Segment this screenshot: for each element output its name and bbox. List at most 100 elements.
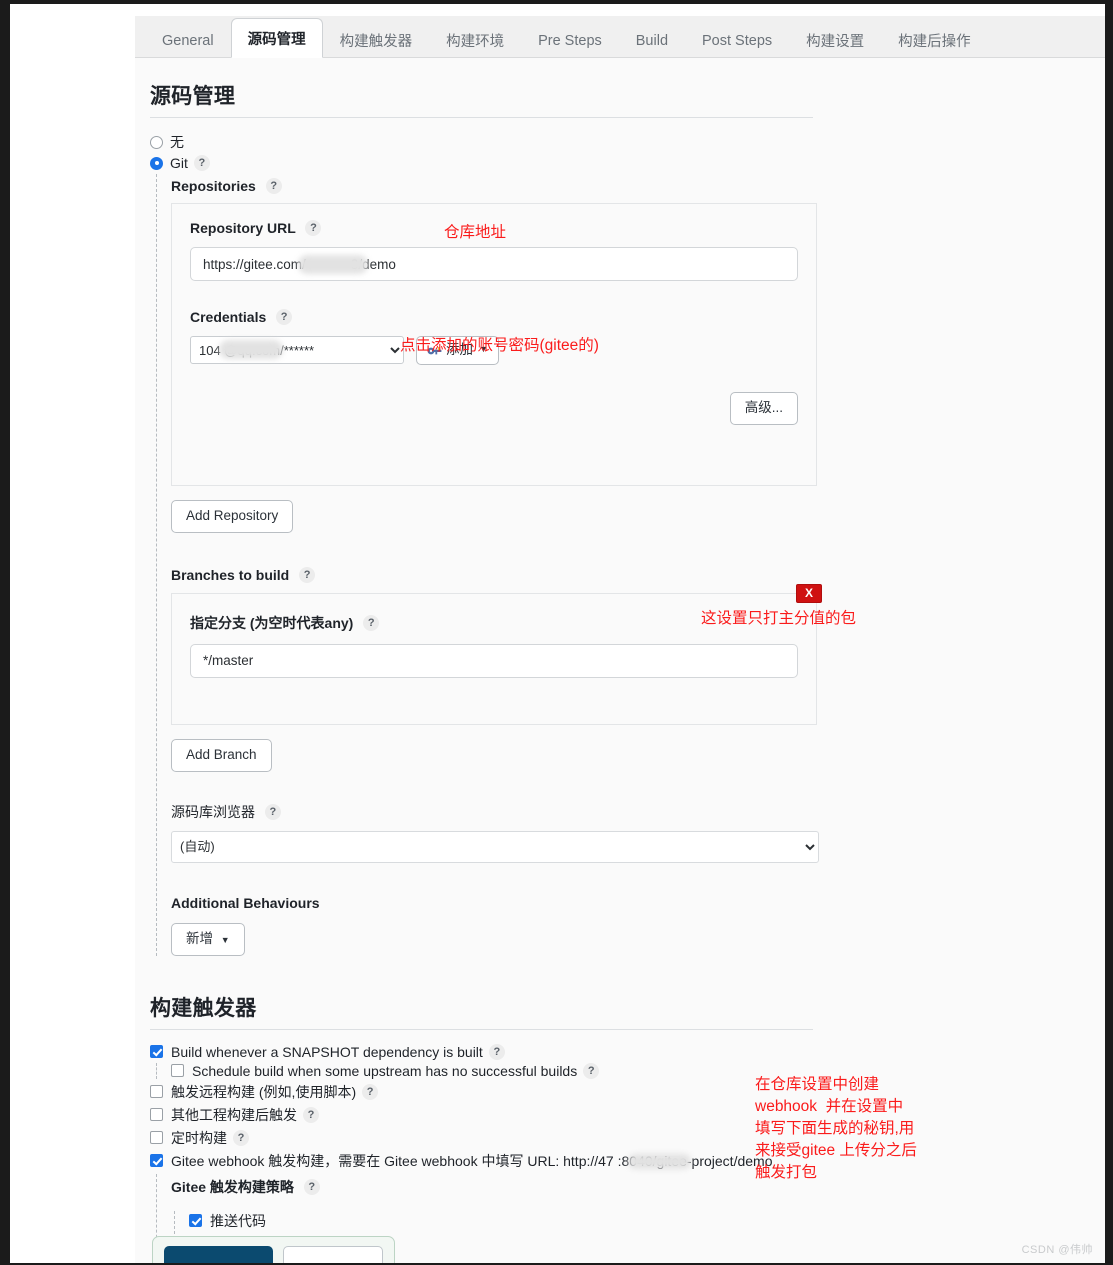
repo-browser-select[interactable]: (自动) [171, 830, 819, 863]
repository-url-label: Repository URL [190, 220, 296, 236]
branches-label: Branches to build [171, 566, 290, 583]
page-viewport: General 源码管理 构建触发器 构建环境 Pre Steps Build … [10, 4, 1105, 1263]
add-branch-label: Add Branch [186, 746, 257, 762]
gitee-option-push-label: 推送代码 [210, 1212, 266, 1229]
save-button[interactable] [164, 1246, 274, 1263]
trigger-scheduled-label: 定时构建 [171, 1129, 227, 1146]
tab-label: Pre Steps [538, 32, 602, 49]
advanced-button[interactable]: 高级... [729, 392, 798, 425]
annotation-webhook: 在仓库设置中创建 webhook 并在设置中 填写下面生成的秘钥,用 来接受gi… [755, 1076, 917, 1181]
trigger-schedule-upstream-label: Schedule build when some upstream has no… [192, 1062, 578, 1079]
repo-browser-label-row: 源码库浏览器 ? [171, 802, 1105, 822]
radio-none[interactable] [150, 135, 163, 149]
scm-option-git[interactable]: Git ? [150, 155, 1105, 171]
help-icon-remote-trigger[interactable]: ? [362, 1083, 379, 1100]
help-icon-branch-spec[interactable]: ? [363, 614, 380, 631]
checkbox-push-code[interactable] [189, 1214, 202, 1228]
trigger-snapshot[interactable]: Build whenever a SNAPSHOT dependency is … [150, 1043, 1105, 1060]
scm-option-git-label: Git [170, 155, 188, 171]
config-content: 源码管理 无 Git ? Repositories ? Repository U… [135, 58, 1105, 1263]
tab-post-steps[interactable]: Post Steps [685, 23, 789, 57]
help-icon-credentials[interactable]: ? [276, 309, 293, 325]
tab-label: 构建触发器 [339, 34, 413, 50]
trigger-snapshot-label: Build whenever a SNAPSHOT dependency is … [171, 1043, 483, 1060]
advanced-label: 高级... [744, 400, 783, 416]
checkbox-snapshot[interactable] [150, 1045, 163, 1059]
help-icon-scheduled-build[interactable]: ? [233, 1129, 249, 1146]
trigger-remote-label: 触发远程构建 (例如,使用脚本) [171, 1083, 357, 1100]
checkbox-other-project[interactable] [150, 1108, 163, 1122]
tab-label: 构建后操作 [898, 34, 971, 50]
trigger-remote[interactable]: 触发远程构建 (例如,使用脚本) ? [150, 1082, 1105, 1102]
tab-label: 构建设置 [806, 34, 865, 50]
checkbox-schedule-upstream[interactable] [171, 1064, 184, 1078]
checkbox-gitee-webhook[interactable] [150, 1154, 163, 1168]
help-icon-repositories[interactable]: ? [265, 178, 282, 194]
help-icon-git[interactable]: ? [193, 155, 210, 171]
trigger-other-project[interactable]: 其他工程构建后触发 ? [150, 1105, 1105, 1125]
radio-git[interactable] [150, 156, 163, 170]
csdn-watermark: CSDN @伟帅 [1021, 1244, 1093, 1256]
tab-general[interactable]: General [145, 23, 231, 57]
annotation-repo-url: 仓库地址 [444, 224, 507, 241]
trigger-snapshot-group: Schedule build when some upstream has no… [156, 1062, 1105, 1079]
repositories-label-row: Repositories ? [171, 178, 1105, 194]
gitee-policy-label: Gitee 触发构建策略 [171, 1178, 294, 1195]
credentials-label: Credentials [190, 309, 267, 325]
help-icon-snapshot[interactable]: ? [488, 1043, 505, 1060]
config-tab-bar: General 源码管理 构建触发器 构建环境 Pre Steps Build … [135, 16, 1105, 58]
scm-option-none[interactable]: 无 [150, 132, 1105, 152]
tab-label: Post Steps [702, 32, 773, 49]
help-icon-repository-url[interactable]: ? [305, 220, 322, 236]
branch-spec-input[interactable] [190, 643, 798, 678]
help-icon-repo-browser[interactable]: ? [264, 803, 281, 820]
triggers-heading: 构建触发器 [150, 996, 257, 1020]
trigger-gitee-webhook[interactable]: Gitee webhook 触发构建，需要在 Gitee webhook 中填写… [150, 1151, 1105, 1171]
tab-label: Build [635, 32, 669, 49]
help-icon-other-project[interactable]: ? [303, 1106, 319, 1123]
help-icon-schedule-upstream[interactable]: ? [583, 1062, 600, 1079]
trigger-other-project-label: 其他工程构建后触发 [171, 1106, 297, 1123]
additional-behaviours-label: Additional Behaviours [171, 894, 320, 911]
checkbox-scheduled-build[interactable] [150, 1131, 163, 1145]
add-behaviour-label: 新增 [186, 930, 213, 946]
apply-button[interactable] [283, 1246, 383, 1263]
tab-label: 源码管理 [247, 31, 306, 48]
delete-branch-button[interactable]: X [796, 583, 822, 603]
branch-spec-label: 指定分支 (为空时代表any) [190, 614, 354, 631]
credentials-redaction [219, 340, 283, 360]
tab-label: 构建环境 [446, 34, 505, 50]
repositories-label: Repositories [171, 178, 256, 194]
gitee-option-push[interactable]: 推送代码 [189, 1211, 1105, 1231]
repository-url-redaction [298, 255, 368, 274]
repo-browser-label: 源码库浏览器 [171, 803, 255, 820]
scm-heading: 源码管理 [150, 85, 236, 108]
save-action-bar [152, 1236, 395, 1263]
add-branch-button[interactable]: Add Branch [171, 738, 272, 772]
scm-option-none-label: 无 [170, 134, 184, 150]
scm-heading-rule [150, 117, 813, 118]
tab-post-build[interactable]: 构建后操作 [881, 23, 988, 57]
add-behaviour-button[interactable]: 新增 ▼ [171, 922, 245, 956]
gitee-policy-label-row: Gitee 触发构建策略 ? [171, 1177, 1105, 1197]
triggers-heading-rule [150, 1028, 813, 1030]
chevron-down-icon: ▼ [220, 934, 230, 945]
help-icon-branches[interactable]: ? [299, 566, 316, 583]
checkbox-remote-trigger[interactable] [150, 1085, 163, 1099]
tab-label: General [162, 32, 214, 49]
trigger-scheduled[interactable]: 定时构建 ? [150, 1128, 1105, 1148]
tab-pre-steps[interactable]: Pre Steps [521, 23, 619, 57]
annotation-branch: 这设置只打主分值的包 [701, 610, 857, 627]
tab-build[interactable]: Build [619, 23, 685, 57]
add-repository-button[interactable]: Add Repository [171, 500, 294, 533]
tab-build-settings[interactable]: 构建设置 [789, 23, 881, 57]
repository-url-input[interactable] [190, 247, 798, 281]
add-repository-label: Add Repository [186, 508, 279, 523]
tab-build-env[interactable]: 构建环境 [429, 23, 521, 57]
trigger-schedule-upstream[interactable]: Schedule build when some upstream has no… [171, 1062, 1105, 1079]
tab-build-triggers[interactable]: 构建触发器 [323, 23, 430, 57]
help-icon-gitee-policy[interactable]: ? [303, 1178, 320, 1195]
branches-label-row: Branches to build ? [171, 566, 1105, 583]
tab-scm[interactable]: 源码管理 [230, 18, 323, 58]
git-settings-group: Repositories ? Repository URL ? Credenti… [156, 174, 1105, 956]
